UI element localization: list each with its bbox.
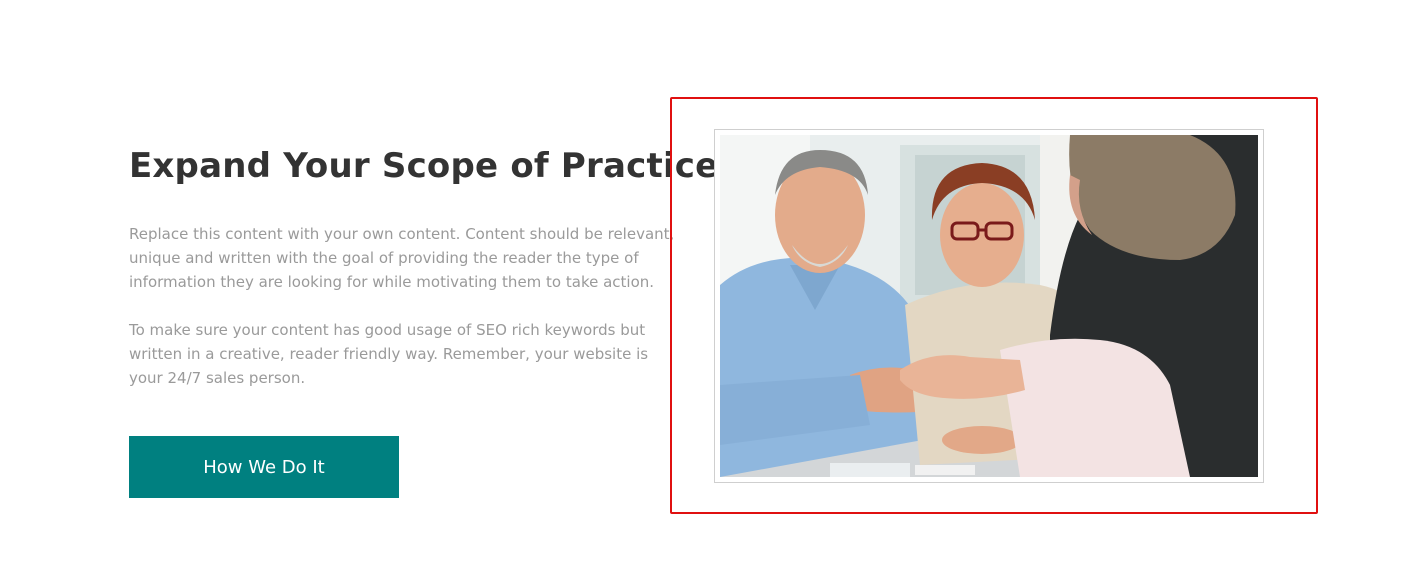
text-column: Expand Your Scope of Practice Replace th… (129, 140, 719, 390)
image-frame (714, 129, 1264, 483)
content-section: Expand Your Scope of Practice Replace th… (0, 0, 1402, 583)
senior-couple-handshake-photo (720, 135, 1258, 477)
section-heading: Expand Your Scope of Practice (129, 146, 719, 186)
body-paragraph-2: To make sure your content has good usage… (129, 321, 649, 387)
how-we-do-it-button[interactable]: How We Do It (129, 436, 399, 498)
body-paragraph-1: Replace this content with your own conte… (129, 225, 675, 291)
